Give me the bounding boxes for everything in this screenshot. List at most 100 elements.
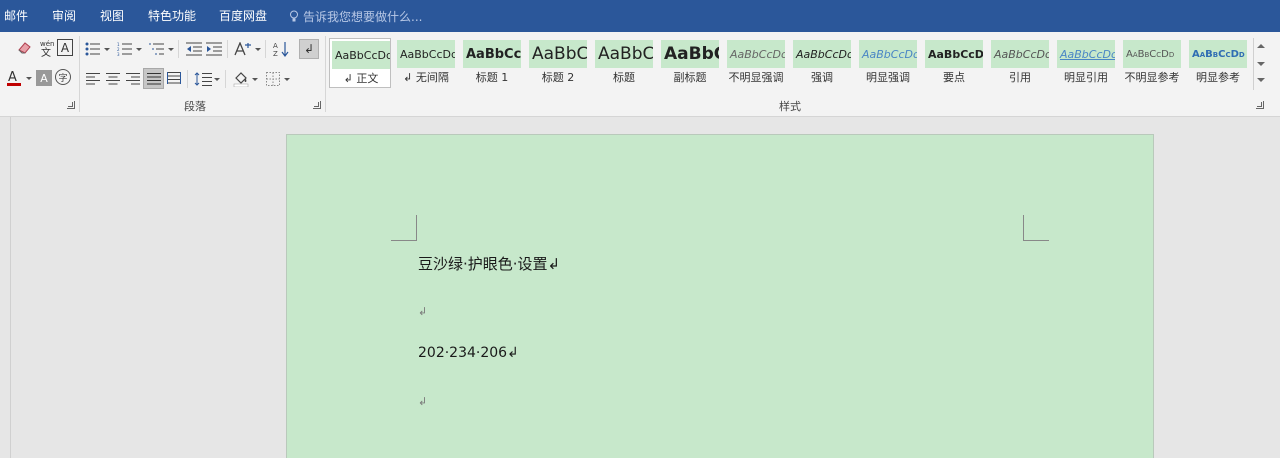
gallery-more-arrow[interactable] [1257, 78, 1265, 82]
clear-formatting-button[interactable] [14, 38, 36, 58]
style-quote[interactable]: AaBbCcDd 引用 [989, 38, 1051, 88]
decrease-indent-icon [186, 42, 202, 56]
font-color-icon: A [7, 70, 21, 86]
borders-icon [266, 72, 280, 86]
style-normal[interactable]: AaBbCcDd ↲ 正文 [329, 38, 391, 88]
gallery-scroll-down-arrow[interactable] [1257, 62, 1265, 66]
style-name: 明显强调 [866, 71, 910, 84]
shading-button[interactable] [232, 70, 250, 88]
increase-indent-button[interactable] [205, 40, 223, 58]
style-heading-1[interactable]: AaBbCcI 标题 1 [461, 38, 523, 88]
style-preview: AaBbCcDd [1123, 40, 1181, 68]
svg-text:A: A [8, 70, 17, 85]
borders-dropdown-arrow[interactable] [284, 78, 290, 81]
group-separator [79, 36, 80, 112]
paragraph-rgb-values[interactable]: 202·234·206↲ [418, 345, 519, 361]
phonetic-guide-button[interactable]: wén 文 [38, 38, 56, 58]
character-shading-icon: A [40, 71, 48, 85]
enclose-characters-button[interactable]: 字 [55, 69, 71, 85]
tell-me-text: 告诉我您想要做什么... [303, 10, 423, 24]
svg-text:A: A [273, 42, 278, 50]
borders-button[interactable] [264, 70, 282, 88]
shading-dropdown-arrow[interactable] [252, 78, 258, 81]
style-preview: AaBbCcDd [1057, 40, 1115, 68]
style-preview: AaBbCcDd [1189, 40, 1247, 68]
document-page[interactable]: 豆沙绿·护眼色·设置↲ ↲ 202·234·206↲ ↲ [286, 134, 1154, 458]
style-emphasis[interactable]: AaBbCcDd 强调 [791, 38, 853, 88]
multilevel-list-button[interactable] [148, 40, 166, 58]
paragraph-empty-2[interactable]: ↲ [418, 395, 427, 408]
align-center-icon [106, 73, 120, 85]
style-intense-reference[interactable]: AaBbCcDd 明显参考 [1187, 38, 1249, 88]
multilevel-list-icon [149, 43, 164, 55]
paragraph-empty-1[interactable]: ↲ [418, 305, 427, 318]
justify-button[interactable] [143, 68, 164, 89]
line-spacing-button[interactable] [193, 70, 213, 88]
align-right-icon [126, 73, 140, 85]
group-separator [187, 70, 188, 88]
style-subtle-emphasis[interactable]: AaBbCcDd 不明显强调 [725, 38, 787, 88]
paint-bucket-icon [233, 72, 249, 87]
phonetic-guide-icon: wén 文 [40, 40, 54, 57]
character-shading-button[interactable]: A [36, 70, 52, 86]
style-heading-2[interactable]: AaBbC 标题 2 [527, 38, 589, 88]
tab-special-features[interactable]: 特色功能 [148, 9, 196, 23]
style-preview: AaBbC [595, 40, 653, 68]
margin-corner-top-left [391, 215, 417, 241]
tab-review[interactable]: 审阅 [52, 9, 76, 23]
style-preview: AaBbCcDd [925, 40, 983, 68]
distributed-align-icon [167, 72, 181, 84]
svg-text:Z: Z [273, 50, 278, 57]
style-subtle-reference[interactable]: AaBbCcDd 不明显参考 [1121, 38, 1183, 88]
paragraph-title[interactable]: 豆沙绿·护眼色·设置↲ [418, 253, 560, 274]
tab-baidu-netdisk[interactable]: 百度网盘 [219, 9, 267, 23]
chinese-layout-button[interactable] [233, 40, 253, 58]
numbering-button[interactable]: 1 2 3 [116, 40, 134, 58]
style-name: 不明显参考 [1124, 71, 1180, 84]
numbering-dropdown-arrow[interactable] [136, 48, 142, 51]
font-dialog-launcher[interactable] [67, 101, 75, 109]
svg-text:wén: wén [40, 40, 54, 48]
paragraph-dialog-launcher[interactable] [313, 101, 321, 109]
chinese-layout-dropdown-arrow[interactable] [255, 48, 261, 51]
justify-icon [146, 72, 161, 84]
gallery-scroll-up-arrow[interactable] [1257, 44, 1265, 48]
multilevel-list-dropdown-arrow[interactable] [168, 48, 174, 51]
show-hide-marks-button[interactable]: ↲ [299, 39, 319, 59]
style-strong[interactable]: AaBbCcDd 要点 [923, 38, 985, 88]
font-color-dropdown-arrow[interactable] [26, 77, 32, 80]
tab-view[interactable]: 视图 [100, 9, 124, 23]
style-preview: AaBbCcI [463, 40, 521, 68]
style-name: 副标题 [673, 71, 707, 84]
style-no-spacing[interactable]: AaBbCcDd ↲ 无间隔 [395, 38, 457, 88]
align-center-button[interactable] [104, 70, 122, 88]
svg-text:3: 3 [117, 52, 120, 56]
line-spacing-icon [194, 72, 212, 86]
align-right-button[interactable] [124, 70, 142, 88]
margin-corner-top-right [1023, 215, 1049, 241]
tell-me-box[interactable]: 告诉我您想要做什么... [289, 8, 422, 25]
style-name: 不明显强调 [728, 71, 784, 84]
styles-gallery-scrollbar[interactable] [1253, 38, 1267, 90]
character-border-button[interactable]: A [57, 39, 73, 56]
style-preview: AaBbC [529, 40, 587, 68]
bullets-dropdown-arrow[interactable] [104, 48, 110, 51]
decrease-indent-button[interactable] [185, 40, 203, 58]
tab-mailings[interactable]: 邮件 [4, 9, 28, 23]
group-separator [227, 40, 228, 58]
distributed-align-button[interactable] [165, 70, 183, 88]
font-color-button[interactable]: A [4, 68, 24, 88]
line-spacing-dropdown-arrow[interactable] [214, 78, 220, 81]
align-left-button[interactable] [84, 70, 102, 88]
bullets-button[interactable] [84, 40, 102, 58]
style-preview: AaBbC [661, 40, 719, 68]
group-separator [225, 70, 226, 88]
numbered-list-icon: 1 2 3 [117, 42, 132, 56]
sort-button[interactable]: A Z [272, 40, 290, 58]
style-subtitle[interactable]: AaBbC 副标题 [659, 38, 721, 88]
styles-dialog-launcher[interactable] [1256, 101, 1264, 109]
styles-group-label: 样式 [779, 100, 801, 113]
style-intense-emphasis[interactable]: AaBbCcDd 明显强调 [857, 38, 919, 88]
style-intense-quote[interactable]: AaBbCcDd 明显引用 [1055, 38, 1117, 88]
style-title[interactable]: AaBbC 标题 [593, 38, 655, 88]
